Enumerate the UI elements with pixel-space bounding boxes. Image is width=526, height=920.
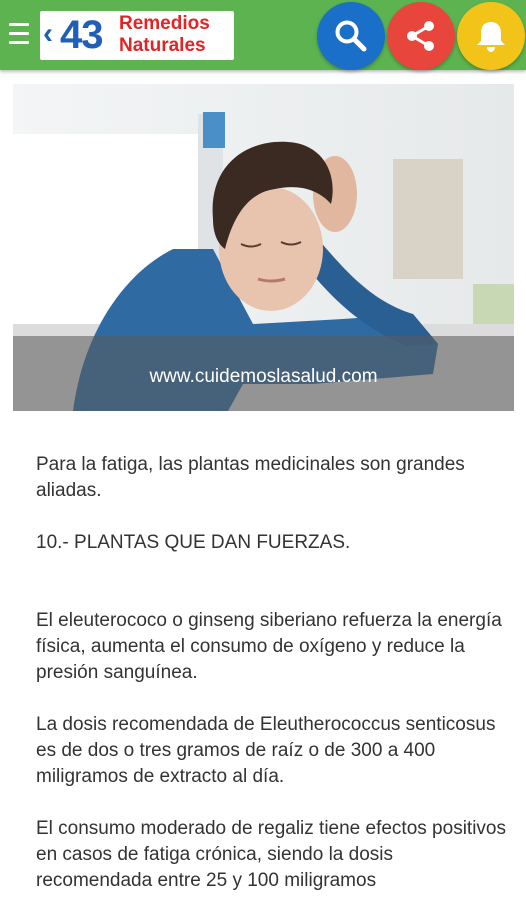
- article-content: Para la fatiga, las plantas medicinales …: [36, 452, 506, 920]
- share-button[interactable]: [387, 2, 455, 70]
- article-paragraph: El consumo moderado de regaliz tiene efe…: [36, 818, 506, 891]
- logo-number: 43: [60, 13, 103, 57]
- bell-icon: [477, 22, 505, 52]
- logo-text-line2: Naturales: [119, 35, 206, 56]
- notifications-button[interactable]: [457, 2, 525, 70]
- logo-text-line1: Remedios: [119, 13, 210, 34]
- search-button[interactable]: [317, 2, 385, 70]
- hamburger-menu-icon[interactable]: [9, 23, 29, 47]
- article-image: www.cuidemoslasalud.com: [13, 84, 514, 411]
- article-paragraph: Para la fatiga, las plantas medicinales …: [36, 454, 465, 501]
- article-paragraph: La dosis recomendada de Eleutherococcus …: [36, 714, 496, 787]
- image-caption: www.cuidemoslasalud.com: [149, 366, 378, 387]
- search-icon: [335, 20, 367, 52]
- app-bar: ‹ 43 Remedios Naturales: [0, 0, 526, 70]
- article-paragraph: El eleuterococo o ginseng siberiano refu…: [36, 610, 502, 683]
- logo-arrow: ‹: [43, 17, 53, 50]
- app-logo[interactable]: ‹ 43 Remedios Naturales: [40, 11, 234, 60]
- share-icon: [407, 21, 434, 51]
- article-section-heading: 10.- PLANTAS QUE DAN FUERZAS.: [36, 532, 351, 553]
